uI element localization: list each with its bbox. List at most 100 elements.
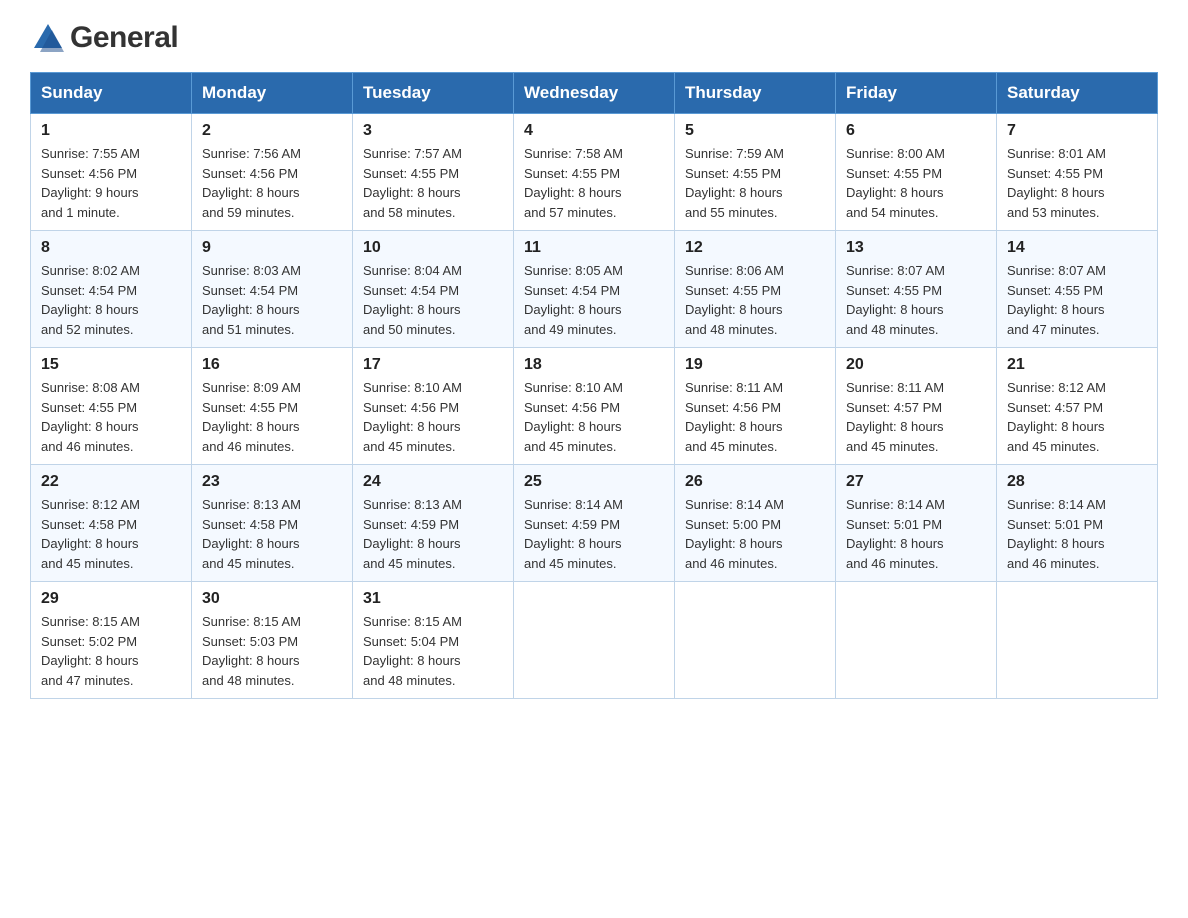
day-number: 15 [41,356,181,374]
day-info: Sunrise: 8:14 AMSunset: 5:00 PMDaylight:… [685,495,825,573]
empty-cell [836,582,997,699]
day-number: 3 [363,122,503,140]
day-info: Sunrise: 8:07 AMSunset: 4:55 PMDaylight:… [846,261,986,339]
calendar-day-cell: 18Sunrise: 8:10 AMSunset: 4:56 PMDayligh… [514,348,675,465]
day-number: 17 [363,356,503,374]
calendar-day-cell: 3 Sunrise: 7:57 AMSunset: 4:55 PMDaylight… [353,114,514,231]
day-info: Sunrise: 8:01 AMSunset: 4:55 PMDaylight:… [1007,144,1147,222]
calendar-day-cell: 11Sunrise: 8:05 AMSunset: 4:54 PMDayligh… [514,231,675,348]
day-info: Sunrise: 8:13 AMSunset: 4:59 PMDaylight:… [363,495,503,573]
logo: General [30,20,178,52]
day-of-week-header: Wednesday [514,73,675,114]
calendar-day-cell: 16 Sunrise: 8:09 AMSunset: 4:55 PMDayligh… [192,348,353,465]
day-info: Sunrise: 8:09 AMSunset: 4:55 PMDaylight:… [202,378,342,456]
day-of-week-header: Sunday [31,73,192,114]
day-info: Sunrise: 8:12 AMSunset: 4:57 PMDaylight:… [1007,378,1147,456]
calendar-day-cell: 2 Sunrise: 7:56 AMSunset: 4:56 PMDaylight… [192,114,353,231]
day-info: Sunrise: 7:57 AMSunset: 4:55 PMDaylight:… [363,144,503,222]
day-of-week-header: Tuesday [353,73,514,114]
day-number: 8 [41,239,181,257]
calendar-week-row: 1 Sunrise: 7:55 AMSunset: 4:56 PMDaylight… [31,114,1158,231]
calendar-day-cell: 24 Sunrise: 8:13 AMSunset: 4:59 PMDayligh… [353,465,514,582]
day-number: 9 [202,239,342,257]
calendar-day-cell: 25Sunrise: 8:14 AMSunset: 4:59 PMDayligh… [514,465,675,582]
empty-cell [514,582,675,699]
calendar-day-cell: 5 Sunrise: 7:59 AMSunset: 4:55 PMDaylight… [675,114,836,231]
day-info: Sunrise: 8:15 AMSunset: 5:02 PMDaylight:… [41,612,181,690]
day-info: Sunrise: 8:11 AMSunset: 4:56 PMDaylight:… [685,378,825,456]
day-info: Sunrise: 7:56 AMSunset: 4:56 PMDaylight:… [202,144,342,222]
calendar-day-cell: 6 Sunrise: 8:00 AMSunset: 4:55 PMDaylight… [836,114,997,231]
calendar-day-cell: 13 Sunrise: 8:07 AMSunset: 4:55 PMDayligh… [836,231,997,348]
day-info: Sunrise: 8:15 AMSunset: 5:04 PMDaylight:… [363,612,503,690]
calendar-day-cell: 4Sunrise: 7:58 AMSunset: 4:55 PMDaylight… [514,114,675,231]
calendar-day-cell: 12Sunrise: 8:06 AMSunset: 4:55 PMDayligh… [675,231,836,348]
day-of-week-header: Friday [836,73,997,114]
day-number: 6 [846,122,986,140]
day-info: Sunrise: 8:10 AMSunset: 4:56 PMDaylight:… [524,378,664,456]
day-info: Sunrise: 8:04 AMSunset: 4:54 PMDaylight:… [363,261,503,339]
day-info: Sunrise: 8:11 AMSunset: 4:57 PMDaylight:… [846,378,986,456]
day-of-week-header: Thursday [675,73,836,114]
day-number: 5 [685,122,825,140]
day-info: Sunrise: 8:15 AMSunset: 5:03 PMDaylight:… [202,612,342,690]
day-number: 7 [1007,122,1147,140]
calendar-day-cell: 30 Sunrise: 8:15 AMSunset: 5:03 PMDayligh… [192,582,353,699]
calendar-day-cell: 17 Sunrise: 8:10 AMSunset: 4:56 PMDayligh… [353,348,514,465]
day-info: Sunrise: 8:10 AMSunset: 4:56 PMDaylight:… [363,378,503,456]
day-number: 24 [363,473,503,491]
day-info: Sunrise: 7:59 AMSunset: 4:55 PMDaylight:… [685,144,825,222]
day-info: Sunrise: 8:06 AMSunset: 4:55 PMDaylight:… [685,261,825,339]
day-info: Sunrise: 7:58 AMSunset: 4:55 PMDaylight:… [524,144,664,222]
calendar-day-cell: 29Sunrise: 8:15 AMSunset: 5:02 PMDayligh… [31,582,192,699]
day-info: Sunrise: 8:14 AMSunset: 5:01 PMDaylight:… [1007,495,1147,573]
day-number: 27 [846,473,986,491]
logo-general-text: General [70,21,178,55]
day-number: 14 [1007,239,1147,257]
calendar-week-row: 22 Sunrise: 8:12 AMSunset: 4:58 PMDayligh… [31,465,1158,582]
calendar-week-row: 15 Sunrise: 8:08 AMSunset: 4:55 PMDayligh… [31,348,1158,465]
calendar-day-cell: 26 Sunrise: 8:14 AMSunset: 5:00 PMDayligh… [675,465,836,582]
day-info: Sunrise: 8:08 AMSunset: 4:55 PMDaylight:… [41,378,181,456]
day-number: 1 [41,122,181,140]
day-info: Sunrise: 8:13 AMSunset: 4:58 PMDaylight:… [202,495,342,573]
calendar-day-cell: 14 Sunrise: 8:07 AMSunset: 4:55 PMDayligh… [997,231,1158,348]
day-number: 2 [202,122,342,140]
calendar-day-cell: 27 Sunrise: 8:14 AMSunset: 5:01 PMDayligh… [836,465,997,582]
day-number: 13 [846,239,986,257]
calendar-day-cell: 23 Sunrise: 8:13 AMSunset: 4:58 PMDayligh… [192,465,353,582]
day-number: 16 [202,356,342,374]
day-number: 21 [1007,356,1147,374]
calendar-week-row: 8Sunrise: 8:02 AMSunset: 4:54 PMDaylight… [31,231,1158,348]
calendar-day-cell: 19 Sunrise: 8:11 AMSunset: 4:56 PMDayligh… [675,348,836,465]
calendar-day-cell: 22 Sunrise: 8:12 AMSunset: 4:58 PMDayligh… [31,465,192,582]
day-info: Sunrise: 8:07 AMSunset: 4:55 PMDaylight:… [1007,261,1147,339]
calendar-day-cell: 8Sunrise: 8:02 AMSunset: 4:54 PMDaylight… [31,231,192,348]
day-info: Sunrise: 7:55 AMSunset: 4:56 PMDaylight:… [41,144,181,222]
calendar-day-cell: 9 Sunrise: 8:03 AMSunset: 4:54 PMDaylight… [192,231,353,348]
calendar-day-cell: 7 Sunrise: 8:01 AMSunset: 4:55 PMDaylight… [997,114,1158,231]
day-number: 31 [363,590,503,608]
logo-icon [30,20,66,56]
day-info: Sunrise: 8:14 AMSunset: 4:59 PMDaylight:… [524,495,664,573]
day-number: 19 [685,356,825,374]
calendar-day-cell: 20 Sunrise: 8:11 AMSunset: 4:57 PMDayligh… [836,348,997,465]
calendar-header-row: SundayMondayTuesdayWednesdayThursdayFrid… [31,73,1158,114]
calendar-day-cell: 10 Sunrise: 8:04 AMSunset: 4:54 PMDayligh… [353,231,514,348]
day-info: Sunrise: 8:14 AMSunset: 5:01 PMDaylight:… [846,495,986,573]
calendar-day-cell: 21 Sunrise: 8:12 AMSunset: 4:57 PMDayligh… [997,348,1158,465]
day-number: 22 [41,473,181,491]
day-info: Sunrise: 8:00 AMSunset: 4:55 PMDaylight:… [846,144,986,222]
day-number: 30 [202,590,342,608]
day-number: 23 [202,473,342,491]
day-number: 11 [524,239,664,257]
calendar-table: SundayMondayTuesdayWednesdayThursdayFrid… [30,72,1158,699]
day-info: Sunrise: 8:12 AMSunset: 4:58 PMDaylight:… [41,495,181,573]
day-number: 20 [846,356,986,374]
day-of-week-header: Monday [192,73,353,114]
calendar-day-cell: 31 Sunrise: 8:15 AMSunset: 5:04 PMDayligh… [353,582,514,699]
day-number: 10 [363,239,503,257]
calendar-week-row: 29Sunrise: 8:15 AMSunset: 5:02 PMDayligh… [31,582,1158,699]
day-number: 26 [685,473,825,491]
day-info: Sunrise: 8:03 AMSunset: 4:54 PMDaylight:… [202,261,342,339]
